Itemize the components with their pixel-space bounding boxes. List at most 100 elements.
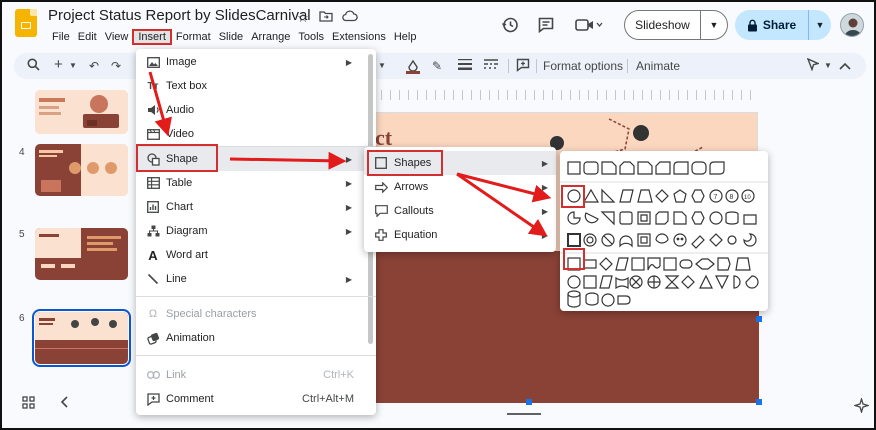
menu-item-table[interactable]: Table ▶ bbox=[136, 171, 376, 195]
insert-menu: Image ▶ Tт Text box Audio Video Shape ▶ … bbox=[136, 49, 376, 415]
text-box-icon: Tт bbox=[147, 80, 159, 92]
menu-file[interactable]: File bbox=[48, 29, 74, 45]
menu-item-label: Diagram bbox=[166, 225, 208, 237]
document-title[interactable]: Project Status Report by SlidesCarnival bbox=[48, 7, 311, 24]
format-options-button[interactable]: Format options bbox=[543, 58, 623, 74]
collapse-toolbar-icon[interactable] bbox=[839, 58, 851, 74]
menu-item-diagram[interactable]: Diagram ▶ bbox=[136, 219, 376, 243]
slide-number: 5 bbox=[19, 229, 25, 240]
cloud-status-icon[interactable] bbox=[342, 10, 358, 26]
menu-edit[interactable]: Edit bbox=[74, 29, 101, 45]
submenu-item-label: Callouts bbox=[394, 205, 434, 217]
select-pointer-icon[interactable] bbox=[806, 57, 821, 75]
slideshow-dropdown-icon[interactable]: ▼ bbox=[701, 20, 727, 30]
menu-arrange[interactable]: Arrange bbox=[247, 29, 294, 45]
grid-view-icon[interactable] bbox=[22, 396, 35, 412]
resize-handle[interactable] bbox=[756, 316, 762, 322]
menu-item-chart[interactable]: Chart ▶ bbox=[136, 195, 376, 219]
search-menus-icon[interactable] bbox=[27, 58, 40, 75]
menu-item-word-art[interactable]: A Word art bbox=[136, 243, 376, 267]
share-label-wrap[interactable]: Share bbox=[735, 10, 809, 40]
undo-icon[interactable]: ↶ bbox=[89, 58, 99, 74]
slideshow-button[interactable]: Slideshow ▼ bbox=[624, 10, 728, 40]
slide-number: 6 bbox=[19, 313, 25, 324]
table-icon bbox=[146, 176, 160, 190]
history-icon[interactable] bbox=[499, 14, 521, 36]
menu-item-animation[interactable]: Animation bbox=[136, 326, 376, 350]
menu-divider bbox=[136, 296, 376, 297]
menu-item-video[interactable]: Video bbox=[136, 122, 376, 146]
word-art-icon: A bbox=[148, 247, 158, 263]
arrow-icon bbox=[374, 180, 388, 194]
menu-item-label: Comment bbox=[166, 393, 214, 405]
submenu-arrow-icon: ▶ bbox=[541, 206, 548, 216]
omega-icon: Ω bbox=[148, 308, 158, 320]
collapse-filmstrip-icon[interactable] bbox=[60, 396, 69, 411]
share-dropdown-icon[interactable]: ▼ bbox=[809, 20, 831, 30]
submenu-item-arrows[interactable]: Arrows ▶ bbox=[364, 175, 556, 199]
menu-insert[interactable]: Insert bbox=[132, 29, 172, 45]
border-color-icon[interactable]: ✎ bbox=[432, 58, 442, 74]
menu-format[interactable]: Format bbox=[172, 29, 215, 45]
fill-color-icon[interactable] bbox=[406, 58, 420, 78]
submenu-arrow-icon: ▶ bbox=[541, 158, 548, 168]
menu-item-shortcut: Ctrl+Alt+M bbox=[302, 393, 354, 405]
scroll-indicator[interactable] bbox=[507, 413, 541, 415]
submenu-arrow-icon: ▶ bbox=[345, 274, 352, 284]
menu-item-comment[interactable]: Comment Ctrl+Alt+M bbox=[136, 387, 376, 411]
diagram-icon bbox=[146, 224, 160, 238]
video-icon bbox=[146, 127, 160, 141]
border-dropdown-icon[interactable]: ▼ bbox=[378, 58, 386, 74]
slide-thumbnail-selected[interactable] bbox=[32, 309, 131, 367]
add-comment-icon[interactable] bbox=[516, 58, 530, 76]
slide-thumbnail[interactable] bbox=[35, 228, 128, 280]
bottom-bar bbox=[2, 390, 874, 428]
submenu-item-equation[interactable]: Equation ▶ bbox=[364, 223, 556, 247]
submenu-arrow-icon: ▶ bbox=[541, 182, 548, 192]
svg-text:10: 10 bbox=[744, 195, 751, 201]
new-slide-icon[interactable]: + bbox=[54, 57, 63, 72]
new-slide-dropdown-icon[interactable]: ▼ bbox=[69, 58, 77, 74]
share-label: Share bbox=[762, 18, 797, 32]
animate-button[interactable]: Animate bbox=[636, 58, 680, 74]
menu-item-label: Word art bbox=[166, 249, 208, 261]
comments-icon[interactable] bbox=[535, 14, 557, 36]
menu-view[interactable]: View bbox=[101, 29, 133, 45]
star-icon[interactable]: ☆ bbox=[295, 10, 311, 26]
menu-tools[interactable]: Tools bbox=[294, 29, 328, 45]
redo-icon[interactable]: ↷ bbox=[111, 58, 121, 74]
animation-icon bbox=[146, 331, 160, 345]
link-icon bbox=[146, 368, 160, 382]
slide-thumbnail[interactable] bbox=[35, 90, 128, 134]
meet-icon[interactable] bbox=[572, 14, 606, 36]
submenu-arrow-icon: ▶ bbox=[345, 178, 352, 188]
slide-thumbnail[interactable] bbox=[35, 144, 128, 196]
slide-filmstrip: 4 5 6 bbox=[2, 84, 132, 390]
audio-icon bbox=[146, 103, 160, 117]
menu-extensions[interactable]: Extensions bbox=[328, 29, 390, 45]
slideshow-label[interactable]: Slideshow bbox=[625, 11, 701, 39]
avatar[interactable] bbox=[840, 13, 864, 37]
screenshot-frame: Project Status Report by SlidesCarnival … bbox=[0, 0, 876, 430]
slides-logo-icon[interactable] bbox=[15, 9, 37, 37]
menu-item-label: Animation bbox=[166, 332, 215, 344]
menu-help[interactable]: Help bbox=[390, 29, 421, 45]
menu-item-text-box[interactable]: Tт Text box bbox=[136, 74, 376, 98]
submenu-item-callouts[interactable]: Callouts ▶ bbox=[364, 199, 556, 223]
highlight-oval-shape bbox=[561, 185, 585, 208]
pointer-dropdown-icon[interactable]: ▼ bbox=[824, 58, 832, 74]
menu-item-line[interactable]: Line ▶ bbox=[136, 267, 376, 291]
menu-item-image[interactable]: Image ▶ bbox=[136, 50, 376, 74]
share-button[interactable]: Share ▼ bbox=[735, 10, 831, 40]
shapes-grid[interactable]: 7 8 10 bbox=[560, 151, 768, 311]
chart-icon bbox=[146, 200, 160, 214]
svg-text:8: 8 bbox=[730, 194, 734, 201]
border-weight-icon[interactable] bbox=[458, 58, 472, 74]
menu-item-link: Link Ctrl+K bbox=[136, 363, 376, 387]
border-dash-icon[interactable] bbox=[484, 58, 498, 74]
image-icon bbox=[146, 55, 160, 69]
move-folder-icon[interactable] bbox=[318, 10, 334, 26]
menu-slide[interactable]: Slide bbox=[215, 29, 247, 45]
explore-icon[interactable] bbox=[852, 396, 871, 416]
menu-item-audio[interactable]: Audio bbox=[136, 98, 376, 122]
